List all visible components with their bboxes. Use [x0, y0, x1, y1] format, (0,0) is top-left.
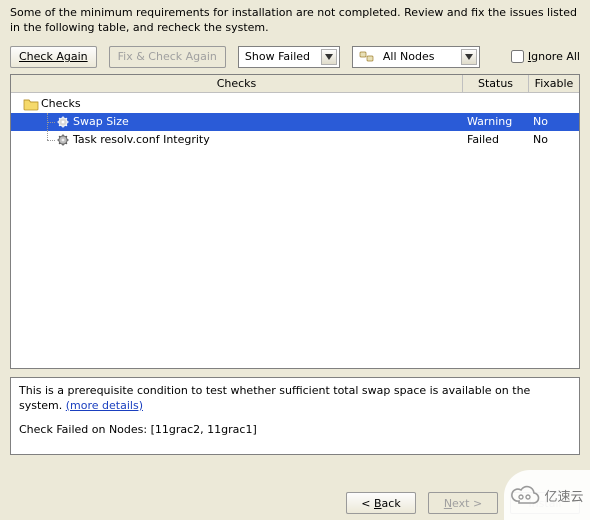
chevron-down-icon — [461, 49, 477, 65]
grid-body: Checks Swap Size — [11, 93, 579, 368]
row-status: Failed — [463, 133, 529, 146]
header-status[interactable]: Status — [463, 75, 529, 92]
table-row[interactable]: Swap Size Warning No — [11, 113, 579, 131]
all-nodes-dropdown[interactable]: All Nodes — [352, 46, 480, 68]
show-failed-label: Show Failed — [245, 50, 315, 63]
show-failed-dropdown[interactable]: Show Failed — [238, 46, 340, 68]
gear-icon — [55, 133, 71, 147]
install-button: Install — [510, 492, 580, 514]
toolbar: Check Again Fix & Check Again Show Faile… — [10, 46, 580, 68]
row-label: Task resolv.conf Integrity — [73, 133, 210, 146]
tree-root-row[interactable]: Checks — [11, 95, 579, 113]
check-again-button[interactable]: Check Again — [10, 46, 97, 68]
chevron-down-icon — [321, 49, 337, 65]
checks-grid: Checks Status Fixable Checks — [10, 74, 580, 369]
header-fixable[interactable]: Fixable — [529, 75, 579, 92]
row-fixable: No — [529, 115, 579, 128]
detail-text: This is a prerequisite condition to test… — [19, 384, 571, 414]
ignore-all-checkbox[interactable]: Ignore All — [511, 50, 580, 63]
nav-buttons: < Back Next > Install — [346, 492, 580, 514]
ignore-all-label: Ignore All — [528, 50, 580, 63]
ignore-all-input[interactable] — [511, 50, 524, 63]
detail-nodes: Check Failed on Nodes: [11grac2, 11grac1… — [19, 423, 571, 438]
table-row[interactable]: Task resolv.conf Integrity Failed No — [11, 131, 579, 149]
header-checks[interactable]: Checks — [11, 75, 463, 92]
row-fixable: No — [529, 133, 579, 146]
nodes-icon — [359, 50, 375, 64]
folder-icon — [23, 97, 39, 111]
next-button: Next > — [428, 492, 498, 514]
row-label: Swap Size — [73, 115, 129, 128]
fix-check-again-button: Fix & Check Again — [109, 46, 226, 68]
all-nodes-label: All Nodes — [383, 50, 455, 63]
warning-message: Some of the minimum requirements for ins… — [10, 6, 580, 36]
detail-panel: This is a prerequisite condition to test… — [10, 377, 580, 455]
back-button[interactable]: < Back — [346, 492, 416, 514]
gear-icon — [55, 115, 71, 129]
row-status: Warning — [463, 115, 529, 128]
more-details-link[interactable]: (more details) — [66, 399, 143, 412]
tree-root-label: Checks — [41, 97, 81, 110]
grid-header: Checks Status Fixable — [11, 75, 579, 93]
